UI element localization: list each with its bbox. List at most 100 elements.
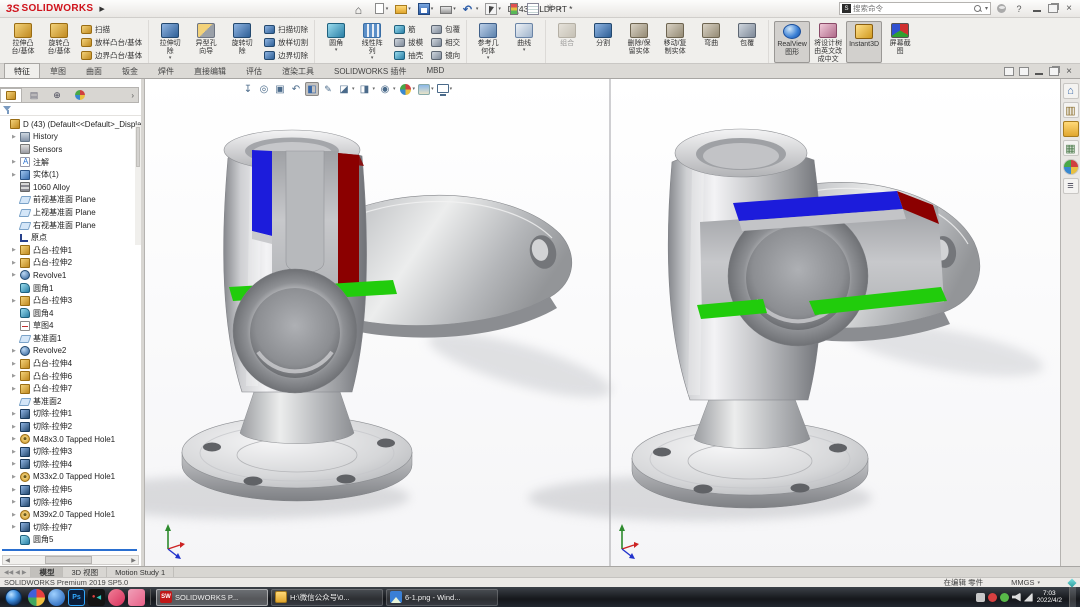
tree-item[interactable]: ▶ 草图4: [0, 320, 141, 333]
tree-item[interactable]: ▶ 切除-拉伸3: [0, 445, 141, 458]
ribbon-tab[interactable]: 渲染工具: [272, 63, 324, 78]
document-tab[interactable]: 3D 视图: [63, 567, 107, 577]
taskbar-pinned-app[interactable]: [128, 589, 145, 606]
filter-funnel-icon[interactable]: [3, 105, 12, 114]
tree-item[interactable]: ▶ 凸台-拉伸6: [0, 370, 141, 383]
ribbon-button-small[interactable]: 抽壳: [391, 49, 426, 62]
tree-expand-icon[interactable]: ▶: [12, 272, 20, 278]
view-tool-button[interactable]: ▾: [305, 82, 319, 96]
view-tool-button[interactable]: ▾: [321, 82, 335, 96]
doc-restore-button[interactable]: [1049, 67, 1059, 76]
ribbon-button-small[interactable]: 边界凸台/基体: [78, 49, 145, 62]
tree-item[interactable]: ▶ 右视基准面 Plane: [0, 219, 141, 232]
ribbon-button[interactable]: 拉伸凸 台/基体 ▾: [5, 21, 41, 63]
ribbon-button-small[interactable]: 相交: [428, 36, 463, 49]
feature-manager-tab[interactable]: [69, 88, 91, 102]
scroll-thumb[interactable]: [45, 556, 92, 564]
task-pane-tab[interactable]: [1063, 102, 1079, 118]
tray-icon[interactable]: [1000, 593, 1009, 602]
tree-item[interactable]: ▶ D (43) (Default<<Default>_Display S: [0, 118, 141, 131]
tree-horizontal-scrollbar[interactable]: ◀ ▶: [2, 555, 139, 565]
tree-item[interactable]: ▶ History: [0, 131, 141, 144]
ribbon-button[interactable]: 分割 ▾: [585, 21, 621, 63]
taskbar-clock[interactable]: 7:03 2022/4/2: [1037, 590, 1062, 605]
tree-item[interactable]: ▶ 实体(1): [0, 168, 141, 181]
taskbar-window-button[interactable]: H:\微信公众号\0...: [271, 589, 383, 606]
tree-vertical-scrollbar[interactable]: [135, 125, 141, 245]
tree-item[interactable]: ▶ 切除-拉伸2: [0, 420, 141, 433]
ribbon-tab[interactable]: 直接编辑: [184, 63, 236, 78]
ribbon-tab[interactable]: 曲面: [76, 63, 112, 78]
quick-access-button[interactable]: ▾: [395, 3, 411, 14]
ribbon-button[interactable]: 将设计树 由英文改 成中文 ▾: [810, 21, 846, 63]
tree-item[interactable]: ▶ 圆角4: [0, 307, 141, 320]
tree-item[interactable]: ▶ 切除-拉伸7: [0, 521, 141, 534]
ribbon-button[interactable]: 移动/复 制实体 ▾: [657, 21, 693, 63]
ribbon-button[interactable]: 异型孔 向导 ▾: [188, 21, 224, 63]
ribbon-button[interactable]: Instant3D ▾: [846, 21, 882, 63]
ribbon-button-small[interactable]: 扫描切除: [261, 23, 311, 36]
tree-expand-icon[interactable]: ▶: [12, 411, 20, 417]
ribbon-button[interactable]: RealView 图形 ▾: [774, 21, 810, 63]
tab-scroll-prev-icon[interactable]: ◀: [15, 569, 20, 576]
quick-access-button[interactable]: ▾: [527, 3, 539, 15]
tree-expand-icon[interactable]: ▶: [12, 449, 20, 455]
view-tool-button[interactable]: ▾: [337, 82, 356, 96]
tree-expand-icon[interactable]: ▶: [12, 298, 20, 304]
ribbon-button[interactable]: 旋转凸 台/基体 ▾: [41, 21, 77, 63]
window-minimize-button[interactable]: [1032, 4, 1042, 13]
taskbar-pinned-app[interactable]: [108, 589, 125, 606]
ribbon-button-small[interactable]: 包覆: [428, 23, 463, 36]
view-tool-button[interactable]: ▾: [257, 82, 271, 96]
quick-access-button[interactable]: ▾: [440, 4, 456, 14]
view-tool-button[interactable]: ▾: [241, 82, 255, 96]
tree-item[interactable]: ▶ 圆角1: [0, 282, 141, 295]
ribbon-button[interactable]: 删除/保 留实体 ▾: [621, 21, 657, 63]
pane-config-icon[interactable]: [1004, 67, 1014, 76]
quick-access-button[interactable]: ▾: [485, 3, 501, 15]
tree-item[interactable]: ▶ 注解: [0, 156, 141, 169]
ribbon-button-small[interactable]: 放样凸台/基体: [78, 36, 145, 49]
ribbon-button-small[interactable]: 镜向: [428, 49, 463, 62]
ribbon-tab[interactable]: SOLIDWORKS 插件: [324, 63, 416, 78]
tree-expand-icon[interactable]: ▶: [12, 512, 20, 518]
tree-item[interactable]: ▶ 切除-拉伸4: [0, 458, 141, 471]
tree-expand-icon[interactable]: ▶: [12, 487, 20, 493]
tree-expand-icon[interactable]: ▶: [12, 524, 20, 530]
tree-item[interactable]: ▶ 原点: [0, 231, 141, 244]
tree-expand-icon[interactable]: ▶: [12, 499, 20, 505]
ribbon-button[interactable]: 线性阵 列 ▾: [354, 21, 390, 63]
document-tab[interactable]: 模型: [31, 567, 63, 577]
tray-icon[interactable]: [1024, 593, 1033, 602]
taskbar-pinned-app[interactable]: Ps: [68, 589, 85, 606]
tree-item[interactable]: ▶ 前视基准面 Plane: [0, 194, 141, 207]
tab-scroll-next-icon[interactable]: ▶: [22, 569, 27, 576]
ribbon-button[interactable]: 旋转切 除 ▾: [224, 21, 260, 63]
view-tool-button[interactable]: ▾: [289, 82, 303, 96]
login-user-icon[interactable]: [997, 4, 1006, 13]
tree-item[interactable]: ▶ 切除-拉伸5: [0, 483, 141, 496]
pane-config-icon[interactable]: [1019, 67, 1029, 76]
quick-access-button[interactable]: ▾: [463, 3, 479, 15]
ribbon-button[interactable]: 曲线 ▾: [506, 21, 542, 63]
view-tool-button[interactable]: ▾: [273, 82, 287, 96]
view-tool-button[interactable]: ▾: [437, 86, 454, 93]
ribbon-button-small[interactable]: 边界切除: [261, 49, 311, 62]
tree-expand-icon[interactable]: ▶: [12, 373, 20, 379]
tree-item[interactable]: ▶ M39x2.0 Tapped Hole1: [0, 508, 141, 521]
quick-access-button[interactable]: ▾: [508, 3, 520, 15]
tree-item[interactable]: ▶ 上视基准面 Plane: [0, 206, 141, 219]
ribbon-button-small[interactable]: 筋: [391, 23, 426, 36]
ribbon-tab[interactable]: 特征: [4, 63, 40, 78]
view-tool-button[interactable]: ▾: [378, 82, 397, 96]
ribbon-tab[interactable]: MBD: [416, 63, 454, 78]
tree-expand-icon[interactable]: ▶: [12, 386, 20, 392]
tags-gem-icon[interactable]: [1067, 578, 1076, 587]
feature-manager-tab[interactable]: [0, 88, 22, 102]
task-pane-tab[interactable]: [1063, 140, 1079, 156]
ribbon-button[interactable]: 拉伸切 除 ▾: [152, 21, 188, 63]
ribbon-button-small[interactable]: 扫描: [78, 23, 145, 36]
tray-icon[interactable]: [976, 593, 985, 602]
view-tool-button[interactable]: ▾: [399, 84, 417, 95]
tree-expand-icon[interactable]: ▶: [12, 474, 20, 480]
